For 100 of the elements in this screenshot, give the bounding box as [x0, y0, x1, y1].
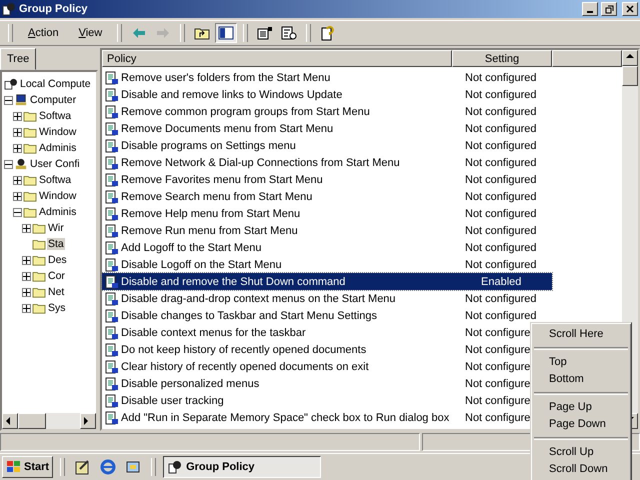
scroll-arrow-button[interactable]	[2, 413, 18, 429]
expand-toggle[interactable]	[13, 192, 22, 200]
table-row[interactable]: Disable Logoff on the Start Menu Not configured	[102, 256, 537, 273]
policy-name: Remove Documents menu from Start Menu	[121, 122, 334, 134]
policy-icon	[105, 410, 119, 424]
column-header[interactable]: Setting	[452, 50, 552, 67]
table-row[interactable]: Remove Network & Dial-up Connections from Start Menu Not configured	[102, 154, 537, 171]
table-row[interactable]: Add "Run in Separate Memory Space" check box to Run dialog box Not configure	[102, 409, 530, 426]
tab[interactable]: Tree	[0, 48, 36, 70]
table-row[interactable]: Remove common program groups from Start Menu Not configured	[102, 103, 537, 120]
menu-item[interactable]: Page Down	[533, 416, 629, 433]
setting-value: Enabled	[480, 276, 522, 288]
policy-icon	[105, 172, 119, 186]
expand-toggle[interactable]	[13, 144, 22, 152]
restore-button[interactable]	[601, 2, 617, 16]
tree-item[interactable]: Sta	[47, 238, 65, 250]
taskbar-button[interactable]: Group Policy	[163, 456, 322, 478]
policy-icon	[105, 88, 119, 102]
table-row[interactable]: Remove Run menu from Start Menu Not configured	[102, 222, 537, 239]
table-row[interactable]: Remove Documents menu from Start Menu Not configured	[102, 120, 537, 137]
setting-value: Not configure	[464, 378, 530, 390]
scroll-thumb[interactable]	[622, 66, 638, 86]
folder-icon	[32, 286, 46, 298]
expand-toggle[interactable]	[13, 128, 22, 136]
table-row[interactable]: Disable programs on Settings menu Not configured	[102, 137, 537, 154]
policy-name: Remove Help menu from Start Menu	[121, 208, 300, 220]
tree-item[interactable]: Local Compute	[19, 78, 92, 90]
close-button[interactable]	[622, 2, 638, 16]
tree-item[interactable]: Window	[38, 126, 78, 138]
policy-icon	[105, 342, 119, 356]
table-row[interactable]: Remove user's folders from the Start Menu Not configured	[102, 69, 537, 86]
toolbar-button[interactable]	[215, 23, 238, 43]
scroll-thumb[interactable]	[18, 413, 46, 429]
table-row[interactable]: Disable user tracking Not configure	[102, 392, 530, 409]
expand-toggle[interactable]	[4, 96, 13, 104]
plus-icon	[14, 176, 21, 184]
expand-toggle[interactable]	[22, 224, 31, 232]
table-row[interactable]: Do not keep history of recently opened documents Not configure	[102, 341, 530, 358]
folder-icon	[32, 222, 46, 234]
menu-item[interactable]: Top	[533, 354, 629, 371]
setting-value: Not configure	[464, 344, 530, 356]
setting-value: Not configured	[464, 122, 537, 134]
table-row[interactable]: Disable and remove the Shut Down command Enabled	[102, 273, 552, 290]
table-row[interactable]: Disable changes to Taskbar and Start Menu Settings Not configured	[102, 307, 537, 324]
policy-icon	[105, 376, 119, 390]
tree-item[interactable]: Softwa	[38, 174, 72, 186]
menu-item[interactable]: Page Up	[533, 399, 629, 416]
policy-icon	[105, 70, 119, 84]
table-row[interactable]: Disable personalized menus Not configure	[102, 375, 530, 392]
table-row[interactable]: Clear history of recently opened documents on exit Not configure	[102, 358, 530, 375]
expand-toggle[interactable]	[22, 256, 31, 264]
menu-item[interactable]: Scroll Here	[533, 326, 629, 343]
expand-toggle[interactable]	[4, 160, 13, 168]
folder-icon	[32, 238, 46, 250]
scroll-arrow-button[interactable]	[80, 413, 96, 429]
expand-toggle[interactable]	[13, 208, 22, 216]
tree-item[interactable]: Cor	[47, 270, 66, 282]
table-row[interactable]: Remove Search menu from Start Menu Not configured	[102, 188, 537, 205]
expand-toggle[interactable]	[22, 288, 31, 296]
policy-icon	[105, 274, 119, 288]
policy-icon	[105, 224, 119, 238]
horizontal-scrollbar[interactable]	[2, 413, 96, 429]
setting-value: Not configure	[464, 360, 530, 372]
expand-toggle[interactable]	[13, 176, 22, 184]
table-row[interactable]: Remove Help menu from Start Menu Not configured	[102, 205, 537, 222]
tree-item[interactable]: Sys	[47, 302, 67, 314]
tree-item[interactable]: Softwa	[38, 110, 72, 122]
expand-toggle[interactable]	[22, 272, 31, 280]
menu-item[interactable]: Action	[19, 25, 68, 41]
expand-toggle[interactable]	[13, 112, 22, 120]
minimize-button[interactable]	[582, 2, 598, 16]
tree-item[interactable]: Adminis	[38, 206, 78, 218]
tree-item[interactable]: Adminis	[38, 142, 78, 154]
setting-value: Not configure	[464, 326, 530, 338]
policy-icon	[105, 326, 119, 340]
table-row[interactable]: Disable and remove links to Windows Update Not configured	[102, 86, 537, 103]
expand-toggle[interactable]	[22, 304, 31, 312]
tree-item[interactable]: User Confi	[29, 158, 81, 170]
column-header[interactable]: Policy	[102, 50, 452, 67]
menu-item[interactable]: View	[70, 25, 112, 41]
table-row[interactable]: Add Logoff to the Start Menu Not configured	[102, 239, 537, 256]
tree-item[interactable]: Des	[47, 254, 68, 266]
menu-item[interactable]: Bottom	[533, 371, 629, 388]
scroll-arrow-button[interactable]	[622, 50, 638, 66]
tree-item[interactable]: Window	[38, 190, 78, 202]
policy-icon	[105, 190, 119, 204]
tree-item[interactable]: Wir	[47, 222, 65, 234]
table-row[interactable]: Remove Favorites menu from Start Menu Not configured	[102, 171, 537, 188]
policy-icon	[105, 308, 119, 322]
tree-item[interactable]: Net	[47, 286, 66, 298]
policy-icon	[105, 156, 119, 170]
setting-value: Not configured	[464, 174, 537, 186]
table-row[interactable]: Disable context menus for the taskbar Not configure	[102, 324, 530, 341]
menu-item[interactable]: Scroll Up	[533, 444, 629, 461]
menu-item[interactable]: Scroll Down	[533, 461, 629, 478]
table-row[interactable]: Disable drag-and-drop context menus on the Start Menu Not configured	[102, 290, 537, 307]
start-button[interactable]: Start	[2, 456, 54, 478]
desktop-icon	[75, 459, 92, 475]
folder-icon	[23, 206, 37, 218]
tree-item[interactable]: Computer	[29, 94, 78, 106]
